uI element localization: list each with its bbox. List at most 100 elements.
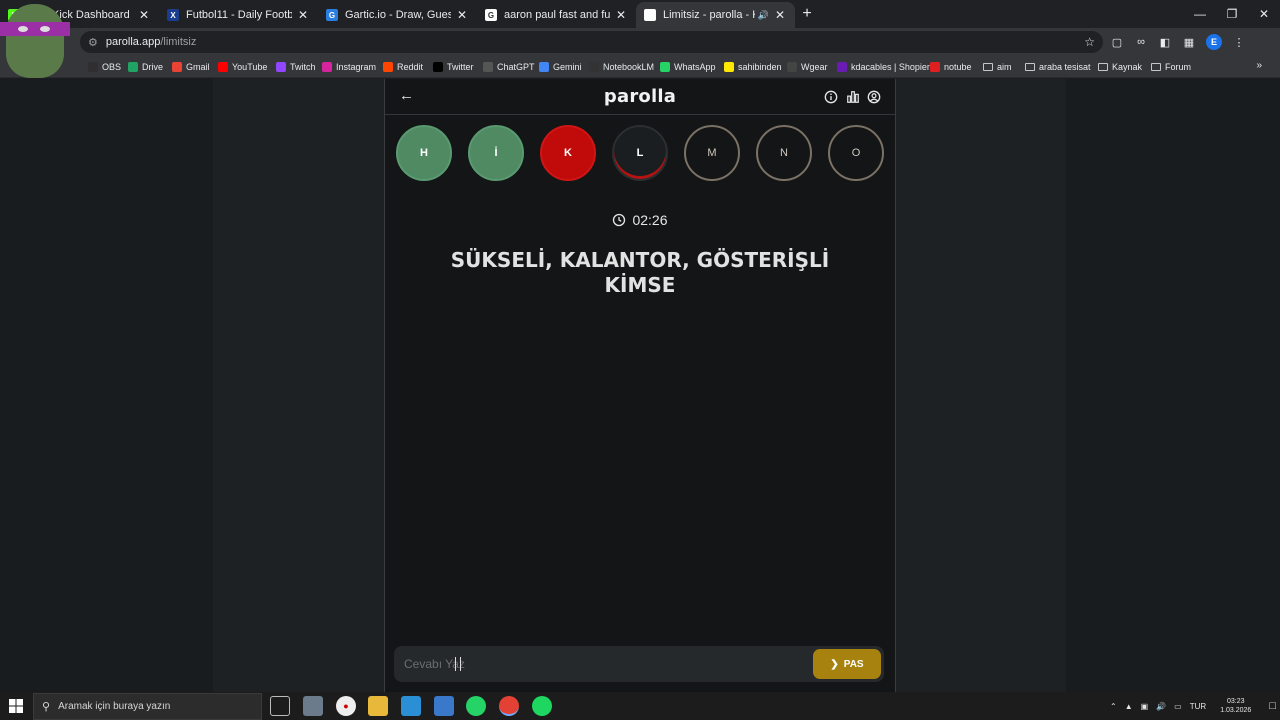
bookmark-label: araba tesisat: [1039, 62, 1091, 72]
bookmark-item[interactable]: Wgear: [787, 60, 828, 74]
close-window-icon[interactable]: ✕: [1248, 0, 1280, 28]
sidebar-icon[interactable]: ◧: [1158, 35, 1172, 49]
bookmark-item[interactable]: aim: [983, 60, 1012, 74]
bookmark-label: ChatGPT: [497, 62, 535, 72]
start-button[interactable]: [0, 692, 32, 720]
browser-tab[interactable]: Limitsiz - parolla - Kelime o🔊 ✕: [636, 2, 795, 28]
address-bar[interactable]: ⚙ parolla.app /limitsiz ☆: [80, 31, 1103, 53]
letter-circle-pending: O: [828, 125, 884, 181]
windows-logo-icon: [9, 699, 23, 713]
browser-tab[interactable]: Gaaron paul fast and furious - Go ✕: [477, 2, 636, 28]
tab-close-icon[interactable]: ✕: [614, 8, 628, 22]
tab-favicon-icon: G: [326, 9, 338, 21]
minimize-icon[interactable]: —: [1184, 0, 1216, 28]
new-tab-button[interactable]: +: [795, 2, 819, 28]
app-icon-3[interactable]: [434, 696, 454, 716]
bookmark-item[interactable]: YouTube: [218, 60, 267, 74]
clock-date: 1.03.2026: [1220, 707, 1252, 714]
bookmark-item[interactable]: Forum: [1151, 60, 1191, 74]
letter-circle-correct: H: [396, 125, 452, 181]
restore-icon[interactable]: ❐: [1216, 0, 1248, 28]
bookmark-item[interactable]: araba tesisat: [1025, 60, 1091, 74]
tab-close-icon[interactable]: ✕: [455, 8, 469, 22]
clock-icon: [613, 213, 626, 227]
info-icon[interactable]: [824, 90, 838, 104]
app-tray-icon[interactable]: ▣: [1141, 702, 1149, 711]
pass-button[interactable]: ❯ PAS: [813, 649, 881, 679]
tab-audio-icon[interactable]: 🔊: [758, 10, 769, 21]
network-icon[interactable]: ▲: [1125, 702, 1133, 711]
bookmark-item[interactable]: OBS: [88, 60, 121, 74]
taskbar-search[interactable]: ⚲ Aramak için buraya yazın: [33, 693, 262, 720]
menu-icon[interactable]: ⋮: [1232, 35, 1246, 49]
bookmark-item[interactable]: WhatsApp: [660, 60, 716, 74]
browser-tab[interactable]: G Gartic.io - Draw, Guess, WIN ✕: [318, 2, 477, 28]
bookmark-label: OBS: [102, 62, 122, 72]
folder-icon: [983, 63, 993, 71]
tab-title: Futbol11 - Daily Football Game: [186, 9, 292, 21]
streamer-face: [6, 4, 64, 78]
answer-input[interactable]: [404, 654, 804, 674]
tab-favicon-icon: [644, 9, 656, 21]
bookmark-item[interactable]: Kaynak: [1098, 60, 1142, 74]
bookmark-item[interactable]: Reddit: [383, 60, 423, 74]
bookmark-favicon-icon: [218, 62, 228, 72]
task-view-icon[interactable]: [270, 696, 290, 716]
bookmark-item[interactable]: Drive: [128, 60, 163, 74]
bookmark-item[interactable]: NotebookLM: [589, 60, 654, 74]
bookmark-item[interactable]: Twitch: [276, 60, 316, 74]
display-icon[interactable]: ▭: [1174, 702, 1182, 711]
bookmark-favicon-icon: [483, 62, 493, 72]
whatsapp-icon[interactable]: [466, 696, 486, 716]
tray-arrow-icon[interactable]: ⌃: [1110, 702, 1117, 711]
left-gutter: [0, 79, 213, 692]
toolbar-icons: ▢ ∞ ◧ ▦ E ⋮: [1110, 28, 1246, 56]
stats-icon[interactable]: [846, 90, 860, 104]
folder-icon: [1151, 63, 1161, 71]
timer: 02:26: [385, 212, 895, 228]
tab-close-icon[interactable]: ✕: [296, 8, 310, 22]
spotify-icon[interactable]: [532, 696, 552, 716]
text-cursor: [455, 657, 461, 671]
more-bookmarks-icon[interactable]: »: [1256, 60, 1262, 71]
tab-favicon-icon: G: [485, 9, 497, 21]
bookmark-item[interactable]: notube: [930, 60, 972, 74]
app-icon-1[interactable]: [303, 696, 323, 716]
bookmark-item[interactable]: kdacables | Shopier: [837, 60, 930, 74]
bookmark-label: sahibinden: [738, 62, 782, 72]
extensions-icon[interactable]: ▢: [1110, 35, 1124, 49]
bookmark-item[interactable]: Twitter: [433, 60, 474, 74]
notifications-icon[interactable]: □: [1269, 700, 1276, 712]
bookmark-star-icon[interactable]: ☆: [1084, 35, 1095, 49]
tab-close-icon[interactable]: ✕: [137, 8, 151, 22]
tab-close-icon[interactable]: ✕: [773, 8, 787, 22]
bookmark-label: YouTube: [232, 62, 268, 72]
file-explorer-icon[interactable]: [368, 696, 388, 716]
bookmark-favicon-icon: [322, 62, 332, 72]
purple-mask: [0, 22, 70, 36]
bookmark-item[interactable]: Gemini: [539, 60, 582, 74]
bookmark-item[interactable]: Gmail: [172, 60, 210, 74]
bookmark-label: Gemini: [553, 62, 582, 72]
profile-avatar[interactable]: E: [1206, 34, 1222, 50]
store-icon[interactable]: [401, 696, 421, 716]
bookmark-item[interactable]: sahibinden: [724, 60, 782, 74]
browser-tab[interactable]: X Futbol11 - Daily Football Game ✕: [159, 2, 318, 28]
bookmark-item[interactable]: Instagram: [322, 60, 376, 74]
user-icon[interactable]: [867, 90, 881, 104]
language-indicator[interactable]: TUR: [1190, 702, 1206, 711]
bookmark-item[interactable]: ChatGPT: [483, 60, 535, 74]
search-placeholder: Aramak için buraya yazın: [58, 701, 171, 712]
url-host: parolla.app: [105, 36, 161, 48]
app-icon-2[interactable]: ●: [336, 696, 356, 716]
site-info-icon[interactable]: ⚙: [88, 36, 98, 49]
bookmark-label: Forum: [1165, 62, 1192, 72]
chrome-icon[interactable]: [499, 696, 519, 716]
volume-icon[interactable]: 🔊: [1156, 702, 1166, 711]
apps-icon[interactable]: ▦: [1182, 35, 1196, 49]
bookmark-favicon-icon: [930, 62, 940, 72]
clock[interactable]: 03:23 1.03.2026: [1216, 697, 1255, 715]
bookmark-favicon-icon: [837, 62, 847, 72]
tab-favicon-icon: X: [167, 9, 179, 21]
link-icon[interactable]: ∞: [1134, 35, 1148, 49]
